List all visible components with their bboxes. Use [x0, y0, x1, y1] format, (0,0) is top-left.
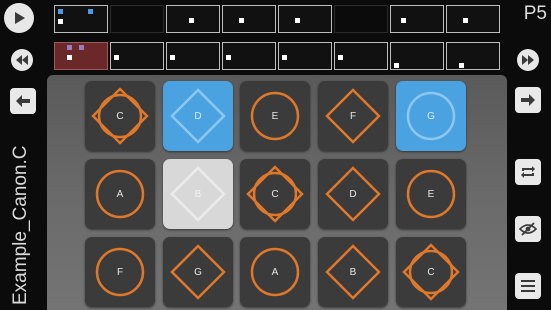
pad[interactable]: D — [318, 159, 388, 229]
sequence-cell[interactable] — [390, 42, 444, 70]
page-label: P5 — [523, 3, 547, 24]
sequence-cell[interactable] — [278, 42, 332, 70]
fast-forward-icon — [522, 55, 534, 65]
pad-note-label: C — [271, 188, 279, 200]
pad[interactable]: F — [85, 237, 155, 307]
fast-forward-button[interactable] — [517, 49, 539, 71]
sequence-cell[interactable] — [166, 42, 220, 70]
pad-note-label: G — [194, 266, 202, 278]
back-button[interactable] — [10, 88, 36, 114]
pad-note-label: F — [116, 266, 124, 278]
pad[interactable]: C — [396, 237, 466, 307]
pad-note-label: E — [271, 110, 279, 122]
sequence-cell[interactable] — [110, 42, 164, 70]
pad-note-label: B — [349, 266, 357, 278]
sequence-cell[interactable] — [278, 5, 332, 33]
pad-note-label: C — [116, 110, 124, 122]
menu-icon — [521, 280, 535, 292]
pad[interactable]: C — [85, 81, 155, 151]
pad-note-label: G — [427, 110, 435, 122]
sequence-cell[interactable] — [334, 5, 388, 33]
pad-note-label: D — [194, 110, 202, 122]
sequence-cell[interactable] — [446, 42, 500, 70]
loop-icon — [521, 166, 535, 178]
pad[interactable]: B — [163, 159, 233, 229]
rewind-icon — [16, 55, 28, 65]
pad[interactable]: F — [318, 81, 388, 151]
sequence-cell[interactable] — [334, 42, 388, 70]
pad-note-label: A — [271, 266, 279, 278]
play-icon — [15, 12, 25, 24]
pad[interactable]: G — [396, 81, 466, 151]
pad-note-label: C — [427, 266, 435, 278]
forward-button[interactable] — [515, 87, 541, 113]
loop-button[interactable] — [515, 159, 541, 185]
arrow-left-icon — [16, 95, 30, 107]
pad[interactable]: E — [240, 81, 310, 151]
hide-button[interactable] — [515, 216, 541, 242]
pad[interactable]: C — [240, 159, 310, 229]
sequence-cell[interactable] — [446, 5, 500, 33]
sequence-cell[interactable] — [54, 42, 108, 70]
rewind-button[interactable] — [11, 49, 33, 71]
pad-note-label: D — [349, 188, 357, 200]
menu-button[interactable] — [515, 273, 541, 299]
pad[interactable]: B — [318, 237, 388, 307]
pad[interactable]: A — [240, 237, 310, 307]
play-button[interactable] — [4, 3, 34, 33]
pad[interactable]: D — [163, 81, 233, 151]
sequence-cell[interactable] — [222, 5, 276, 33]
sequence-cell[interactable] — [54, 5, 108, 33]
pad[interactable]: A — [85, 159, 155, 229]
pad-note-label: B — [194, 188, 202, 200]
song-title: Example_Canon.C — [10, 145, 31, 305]
pad[interactable]: E — [396, 159, 466, 229]
eye-off-icon — [519, 222, 537, 236]
sequence-cell[interactable] — [222, 42, 276, 70]
pad-note-label: F — [349, 110, 357, 122]
sequence-cell[interactable] — [110, 5, 164, 33]
sequence-cell[interactable] — [390, 5, 444, 33]
pad-note-label: A — [116, 188, 124, 200]
arrow-right-icon — [521, 94, 535, 106]
sequence-cell[interactable] — [166, 5, 220, 33]
pad-note-label: E — [427, 188, 435, 200]
pad[interactable]: G — [163, 237, 233, 307]
